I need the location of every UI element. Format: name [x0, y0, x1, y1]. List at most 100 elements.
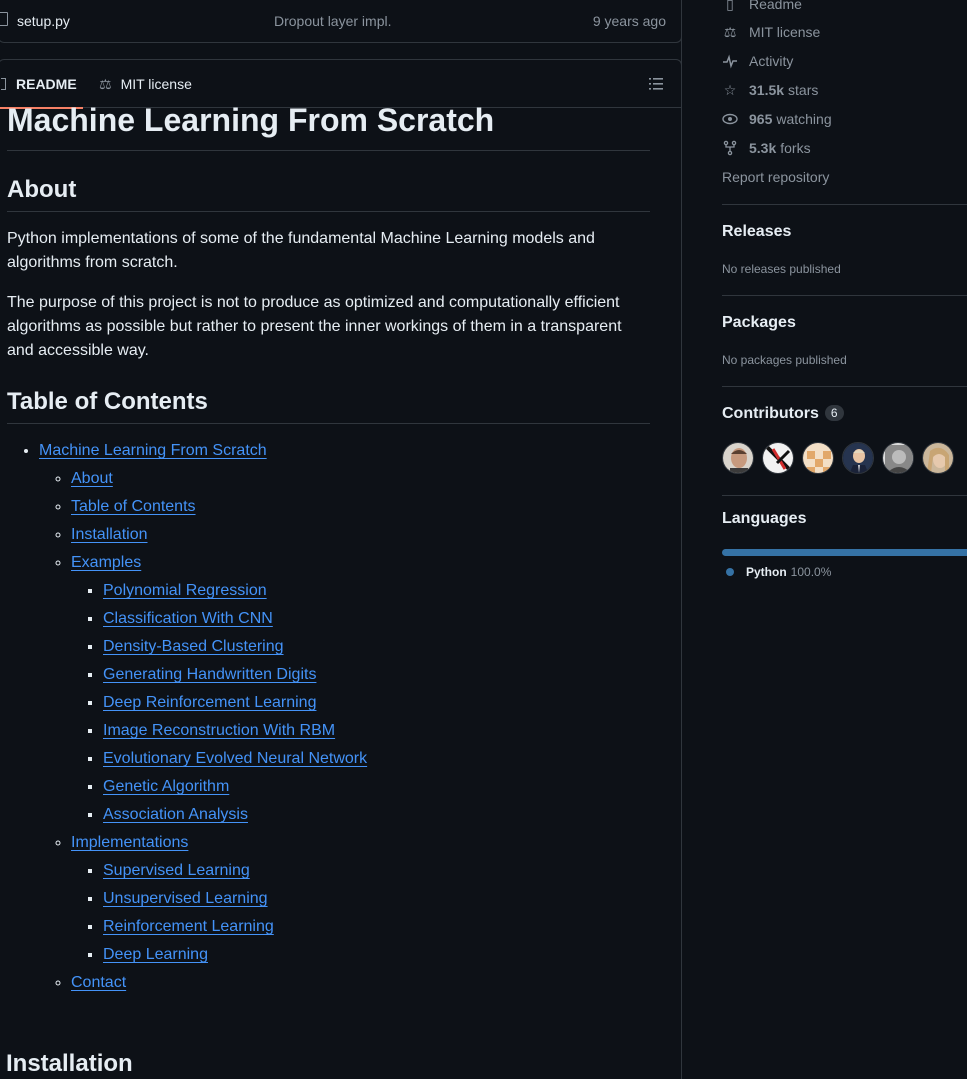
- toc-link-example[interactable]: Classification With CNN: [103, 610, 273, 627]
- packages-empty: No packages published: [722, 353, 847, 367]
- language-dot: [726, 568, 734, 576]
- language-name: Python: [746, 565, 787, 579]
- toc-list: Machine Learning From Scratch About Tabl…: [7, 439, 650, 995]
- commit-age: 9 years ago: [592, 13, 666, 29]
- github-repo-page: setup.py Dropout layer impl. 9 years ago…: [0, 0, 967, 1079]
- sidebar-separator: [722, 295, 967, 296]
- forks-label: forks: [780, 140, 811, 156]
- star-icon: ☆: [723, 82, 737, 98]
- toc-link-example[interactable]: Polynomial Regression: [103, 582, 267, 599]
- list-item: Density-Based Clustering: [103, 635, 650, 659]
- file-list: setup.py Dropout layer impl. 9 years ago: [0, 0, 682, 43]
- report-repository-link[interactable]: Report repository: [722, 167, 829, 187]
- sidebar-watching-link[interactable]: 965 watching: [722, 109, 832, 129]
- toc-link-implementation[interactable]: Unsupervised Learning: [103, 890, 268, 907]
- releases-empty: No releases published: [722, 262, 841, 276]
- toc-link-about[interactable]: About: [71, 470, 113, 487]
- sidebar-separator: [722, 495, 967, 496]
- toc-implementations-list: Supervised Learning Unsupervised Learnin…: [71, 859, 650, 967]
- toc-link-root[interactable]: Machine Learning From Scratch: [39, 442, 267, 459]
- sidebar-stars-link[interactable]: ☆ 31.5k stars: [722, 80, 819, 100]
- book-icon: ▯: [726, 0, 734, 12]
- installation-heading: Installation: [6, 1050, 133, 1077]
- list-item: Table of Contents: [71, 495, 650, 519]
- file-row[interactable]: setup.py Dropout layer impl. 9 years ago: [0, 0, 681, 42]
- toc-link-table-of-contents[interactable]: Table of Contents: [71, 498, 196, 515]
- toc-link-example[interactable]: Density-Based Clustering: [103, 638, 284, 655]
- avatar[interactable]: [802, 442, 834, 474]
- toc-link-example[interactable]: Genetic Algorithm: [103, 778, 229, 795]
- toc-link-implementation[interactable]: Deep Learning: [103, 946, 208, 963]
- list-item: Contact: [71, 971, 650, 995]
- commit-message[interactable]: Dropout layer impl.: [274, 13, 392, 29]
- about-paragraph-1: Python implementations of some of the fu…: [7, 230, 595, 271]
- watching-count: 965: [749, 111, 773, 127]
- sidebar-activity-label: Activity: [749, 53, 794, 69]
- toc-link-implementation[interactable]: Supervised Learning: [103, 862, 250, 879]
- sidebar-readme-link[interactable]: ▯ Readme: [722, 0, 802, 14]
- list-item: About: [71, 467, 650, 491]
- list-unordered-icon[interactable]: [649, 77, 663, 91]
- list-item: Implementations Supervised Learning Unsu…: [71, 831, 650, 967]
- sidebar-activity-link[interactable]: Activity: [722, 51, 793, 71]
- toc-sublist: About Table of Contents Installation Exa…: [39, 467, 650, 995]
- list-item: Deep Reinforcement Learning: [103, 691, 650, 715]
- toc-link-example[interactable]: Deep Reinforcement Learning: [103, 694, 316, 711]
- language-bar-python: [722, 549, 967, 556]
- list-item: Machine Learning From Scratch About Tabl…: [39, 439, 650, 995]
- watching-label: watching: [776, 111, 832, 127]
- language-percent: 100.0%: [790, 565, 832, 579]
- list-item: Genetic Algorithm: [103, 775, 650, 799]
- list-item: Image Reconstruction With RBM: [103, 719, 650, 743]
- avatar[interactable]: [722, 442, 754, 474]
- language-item-python[interactable]: Python 100.0%: [726, 565, 831, 579]
- toc-link-examples[interactable]: Examples: [71, 554, 141, 571]
- list-item: Classification With CNN: [103, 607, 650, 631]
- sidebar-forks-link[interactable]: 5.3k forks: [722, 138, 811, 158]
- toc-link-installation[interactable]: Installation: [71, 526, 148, 543]
- list-item: Unsupervised Learning: [103, 887, 650, 911]
- languages-heading: Languages: [722, 510, 807, 527]
- toc-link-example[interactable]: Evolutionary Evolved Neural Network: [103, 750, 367, 767]
- list-item: Evolutionary Evolved Neural Network: [103, 747, 650, 771]
- toc-link-implementation[interactable]: Reinforcement Learning: [103, 918, 274, 935]
- about-heading: About: [7, 175, 650, 212]
- forks-count: 5.3k: [749, 140, 777, 156]
- releases-heading[interactable]: Releases: [722, 223, 791, 241]
- avatar[interactable]: [922, 442, 954, 474]
- toc-examples-list: Polynomial Regression Classification Wit…: [71, 579, 650, 827]
- readme-title: Machine Learning From Scratch: [7, 80, 650, 151]
- packages-heading[interactable]: Packages: [722, 314, 796, 332]
- avatar[interactable]: [882, 442, 914, 474]
- stars-count: 31.5k: [749, 82, 785, 98]
- contributors-count-badge: 6: [824, 405, 844, 421]
- sidebar-license-link[interactable]: ⚖ MIT license: [722, 22, 821, 42]
- list-item: Installation: [71, 523, 650, 547]
- avatar[interactable]: [842, 442, 874, 474]
- readme-content: Machine Learning From Scratch About Pyth…: [7, 102, 650, 995]
- list-item: Reinforcement Learning: [103, 915, 650, 939]
- eye-icon: [722, 111, 738, 127]
- toc-link-implementations[interactable]: Implementations: [71, 834, 188, 851]
- fork-icon: [722, 140, 738, 156]
- toc-link-example[interactable]: Image Reconstruction With RBM: [103, 722, 335, 739]
- sidebar-separator: [722, 386, 967, 387]
- contributor-avatars: [722, 442, 954, 474]
- file-name[interactable]: setup.py: [17, 13, 70, 29]
- law-icon: ⚖: [723, 24, 737, 40]
- sidebar-readme-label: Readme: [749, 0, 802, 12]
- sidebar-license-label: MIT license: [749, 24, 821, 40]
- list-item: Examples Polynomial Regression Classific…: [71, 551, 650, 827]
- list-item: Supervised Learning: [103, 859, 650, 883]
- readme-panel: README ⚖ MIT license Machine Learning Fr…: [0, 59, 682, 1079]
- file-icon: [0, 12, 8, 26]
- toc-link-contact[interactable]: Contact: [71, 974, 126, 991]
- toc-link-example[interactable]: Generating Handwritten Digits: [103, 666, 316, 683]
- list-item: Generating Handwritten Digits: [103, 663, 650, 687]
- toc-heading: Table of Contents: [7, 387, 650, 424]
- pulse-icon: [722, 53, 738, 69]
- avatar[interactable]: [762, 442, 794, 474]
- toc-link-example[interactable]: Association Analysis: [103, 806, 248, 823]
- book-icon: [1, 78, 6, 90]
- contributors-heading[interactable]: Contributors 6: [722, 405, 844, 423]
